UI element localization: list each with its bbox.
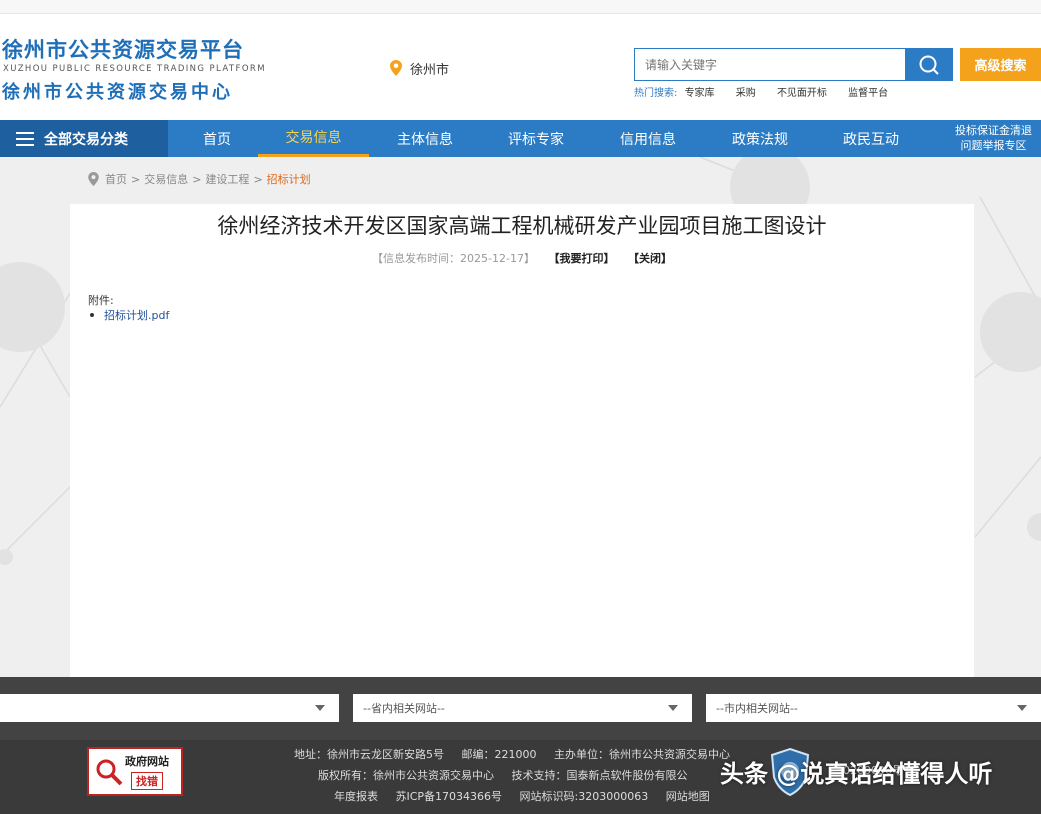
hot-search: 热门搜索: 专家库 采购 不见面开标 监督平台 (634, 84, 906, 99)
close-link[interactable]: 【关闭】 (628, 252, 672, 265)
breadcrumb-trade-info[interactable]: 交易信息 (144, 171, 188, 187)
location-pin-icon (88, 172, 99, 186)
footer-copyright: 版权所有：徐州市公共资源交易中心 (318, 769, 494, 782)
chevron-down-icon (315, 705, 325, 711)
search-input[interactable] (635, 49, 905, 80)
nav-home[interactable]: 首页 (180, 120, 254, 157)
chevron-down-icon (1017, 705, 1027, 711)
related-sites-bar: --省内相关网站-- --市内相关网站-- (0, 677, 1041, 740)
nav-extra-line2: 问题举报专区 (960, 139, 1027, 152)
footer-line-3: 年度报表 苏ICP备17034366号 网站标识码:3203000063 网站地… (334, 788, 724, 804)
nav-trade-info[interactable]: 交易信息 (258, 120, 369, 157)
annual-report-link[interactable]: 年度报表 (334, 790, 378, 803)
logo-english: XUZHOU PUBLIC RESOURCE TRADING PLATFORM (3, 64, 266, 74)
location-pin-icon (390, 60, 402, 76)
attachment-link[interactable]: 招标计划.pdf (104, 307, 169, 323)
city-name: 徐州市 (410, 62, 450, 78)
watermark-text: 头条 @说真话给懂得人听 (720, 760, 993, 788)
gov-badge-subtitle: 找错 (131, 772, 163, 790)
main-nav: 全部交易分类 首页 交易信息 主体信息 评标专家 信用信息 政策法规 政民互动 … (0, 120, 1041, 157)
city-selector[interactable]: 徐州市 (390, 56, 449, 80)
site-id: 网站标识码:3203000063 (519, 790, 649, 803)
advanced-search-button[interactable]: 高级搜索 (960, 48, 1041, 81)
search-icon (919, 55, 939, 75)
breadcrumb-separator: > (192, 172, 202, 186)
nav-policy[interactable]: 政策法规 (713, 120, 807, 157)
city-sites-select[interactable]: --市内相关网站-- (706, 694, 1041, 722)
nav-special-zone[interactable]: 投标保证金清退 问题举报专区 (946, 123, 1041, 155)
article-panel: 徐州经济技术开发区国家高端工程机械研发产业园项目施工图设计 【信息发布时间：20… (70, 204, 974, 677)
magnifier-icon (96, 759, 123, 785)
hot-search-label: 热门搜索: (634, 88, 678, 99)
logo-subtitle: 徐州市公共资源交易中心 (2, 82, 233, 103)
footer-host: 主办单位：徐州市公共资源交易中心 (554, 748, 730, 761)
national-sites-select[interactable] (0, 694, 339, 722)
breadcrumb: 首页 > 交易信息 > 建设工程 > 招标计划 (88, 171, 311, 187)
breadcrumb-construction[interactable]: 建设工程 (205, 171, 249, 187)
nav-experts[interactable]: 评标专家 (489, 120, 583, 157)
nav-credit-info[interactable]: 信用信息 (601, 120, 695, 157)
select-value: --省内相关网站-- (363, 702, 445, 715)
top-strip (0, 0, 1041, 14)
nav-extra-line1: 投标保证金清退 (955, 124, 1032, 137)
sitemap-link[interactable]: 网站地图 (666, 790, 710, 803)
site-header: 徐州市公共资源交易平台 XUZHOU PUBLIC RESOURCE TRADI… (0, 14, 1041, 120)
publish-time: 【信息发布时间：2025-12-17】 (372, 252, 535, 265)
menu-icon (16, 131, 34, 146)
hot-search-item[interactable]: 监督平台 (848, 88, 888, 99)
print-link[interactable]: 【我要打印】 (548, 252, 614, 265)
footer-line-2: 版权所有：徐州市公共资源交易中心 技术支持：国泰新点软件股份有限公 (318, 767, 702, 783)
article-meta: 【信息发布时间：2025-12-17】 【我要打印】 【关闭】 (70, 250, 974, 266)
site-logo[interactable]: 徐州市公共资源交易平台 XUZHOU PUBLIC RESOURCE TRADI… (2, 34, 272, 114)
footer-postcode: 邮编：221000 (461, 748, 537, 761)
breadcrumb-home[interactable]: 首页 (105, 171, 127, 187)
breadcrumb-separator: > (253, 172, 263, 186)
hot-search-item[interactable]: 不见面开标 (777, 88, 827, 99)
attachment-label: 附件: (88, 294, 114, 307)
all-categories-button[interactable]: 全部交易分类 (0, 120, 168, 157)
province-sites-select[interactable]: --省内相关网站-- (353, 694, 692, 722)
hot-search-item[interactable]: 采购 (736, 88, 756, 99)
gov-error-report-badge[interactable]: 政府网站 找错 (87, 747, 183, 796)
footer-address: 地址：徐州市云龙区新安路5号 (294, 748, 444, 761)
breadcrumb-current[interactable]: 招标计划 (267, 171, 311, 187)
search-box (634, 48, 906, 81)
attachment-item: 招标计划.pdf (90, 307, 169, 323)
article-title: 徐州经济技术开发区国家高端工程机械研发产业园项目施工图设计 (217, 214, 827, 238)
logo-title: 徐州市公共资源交易平台 (2, 38, 244, 62)
chevron-down-icon (668, 705, 678, 711)
nav-subject-info[interactable]: 主体信息 (378, 120, 472, 157)
icp-link[interactable]: 苏ICP备17034366号 (396, 790, 503, 803)
breadcrumb-separator: > (131, 172, 141, 186)
select-value: --市内相关网站-- (716, 702, 798, 715)
gov-badge-title: 政府网站 (125, 755, 169, 768)
nav-interaction[interactable]: 政民互动 (824, 120, 918, 157)
search-button[interactable] (905, 48, 953, 81)
site-footer: 政府网站 找错 地址：徐州市云龙区新安路5号 邮编：221000 主办单位：徐州… (0, 740, 1041, 814)
bullet-icon (90, 313, 94, 317)
hot-search-item[interactable]: 专家库 (685, 88, 715, 99)
all-categories-label: 全部交易分类 (44, 131, 128, 148)
footer-support: 技术支持：国泰新点软件股份有限公 (511, 769, 688, 782)
footer-line-1: 地址：徐州市云龙区新安路5号 邮编：221000 主办单位：徐州市公共资源交易中… (294, 746, 744, 762)
